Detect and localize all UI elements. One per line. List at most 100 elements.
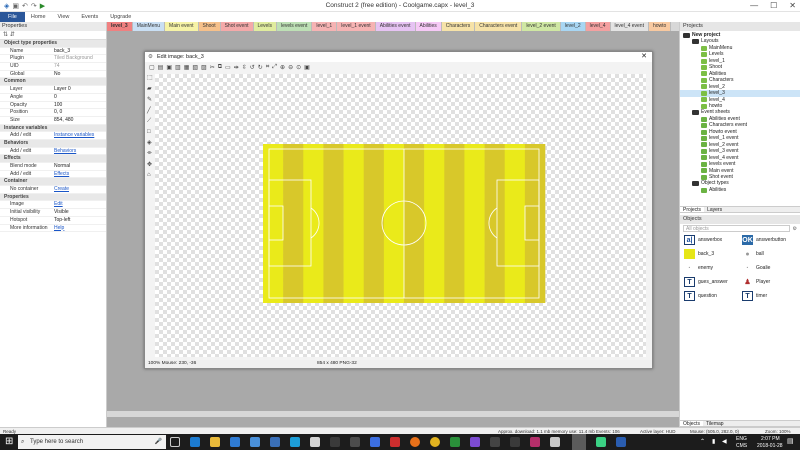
objects-options-icon[interactable]: ⚙: [793, 226, 797, 232]
flip-vertical-icon[interactable]: ⇳: [242, 64, 247, 71]
property-section[interactable]: Effects: [0, 155, 106, 163]
tab-levels-event[interactable]: levels event: [276, 22, 313, 31]
input-region[interactable]: CMS: [736, 443, 747, 449]
open-icon[interactable]: ▤: [158, 64, 164, 71]
tab-shoot[interactable]: Shoot: [198, 22, 221, 31]
property-value[interactable]: 0: [52, 94, 106, 101]
rotate-ccw-icon[interactable]: ↺: [250, 64, 255, 71]
objects-search[interactable]: All objects: [683, 225, 790, 232]
new-icon[interactable]: ▢: [149, 64, 155, 71]
object-item[interactable]: a| answerbox: [684, 235, 742, 245]
image-properties-icon[interactable]: ▣: [304, 64, 310, 71]
clock-time[interactable]: 2:07 PM: [761, 436, 780, 442]
property-value[interactable]: back_3: [52, 48, 106, 55]
dialog-close-button[interactable]: ✕: [641, 52, 647, 62]
property-section[interactable]: Container: [0, 178, 106, 187]
start-button[interactable]: ⊞: [5, 436, 13, 447]
crop-tool-icon[interactable]: ⌗: [266, 64, 269, 71]
app-icon-7[interactable]: [390, 437, 400, 447]
edge-icon[interactable]: [190, 437, 200, 447]
maximize-button[interactable]: ☐: [770, 1, 777, 10]
tab-level-1[interactable]: level_1: [312, 22, 338, 31]
object-item[interactable]: ● ball: [742, 249, 800, 259]
import-icon[interactable]: ▥: [175, 64, 181, 71]
property-value[interactable]: Normal: [52, 163, 106, 170]
property-value[interactable]: 0, 0: [52, 109, 106, 116]
property-value[interactable]: Top-left: [52, 217, 106, 224]
property-value[interactable]: Visible: [52, 209, 106, 216]
object-item[interactable]: Tgues_answer: [684, 277, 742, 287]
pencil-tool-icon[interactable]: ✎: [147, 96, 155, 103]
construct-app-icon[interactable]: [572, 434, 586, 450]
copy-icon[interactable]: ⧉: [218, 64, 222, 71]
eraser-tool-icon[interactable]: ▰: [147, 85, 155, 92]
flip-horizontal-icon[interactable]: ⇹: [234, 64, 239, 71]
tab-level-1-event[interactable]: level_1 event: [337, 22, 376, 31]
resize-icon[interactable]: ▨: [201, 64, 207, 71]
tray-up-icon[interactable]: ⌃: [700, 438, 705, 445]
volume-icon[interactable]: ◀: [722, 438, 727, 445]
tab-characters[interactable]: Characters: [441, 22, 476, 31]
object-item[interactable]: back_3: [684, 249, 742, 259]
property-section[interactable]: Behaviors: [0, 139, 106, 148]
crop-icon[interactable]: ▧: [192, 64, 198, 71]
tab-tilemap[interactable]: Tilemap: [703, 421, 727, 427]
select-tool-icon[interactable]: ⬚: [147, 74, 155, 81]
app-icon-15[interactable]: [616, 437, 626, 447]
fill-tool-icon[interactable]: ◈: [147, 139, 155, 146]
color-picker-icon[interactable]: ⌯: [147, 150, 155, 157]
tab-level-4-event[interactable]: level_4 event: [610, 22, 649, 31]
chrome-icon[interactable]: [430, 437, 440, 447]
store-icon[interactable]: [230, 437, 240, 447]
rectangle-tool-icon[interactable]: □: [147, 129, 155, 135]
property-section[interactable]: Properties: [0, 193, 106, 202]
app-icon-9[interactable]: [470, 437, 480, 447]
menu-events[interactable]: Events: [75, 14, 104, 20]
app-icon-6[interactable]: [370, 437, 380, 447]
property-value[interactable]: No: [52, 71, 106, 78]
object-item[interactable]: OK answerbutton: [742, 235, 800, 245]
app-icon-13[interactable]: [550, 437, 560, 447]
hotspot-tool-icon[interactable]: ✥: [147, 161, 155, 168]
app-icon-5[interactable]: [350, 437, 360, 447]
app-icon-4[interactable]: [330, 437, 340, 447]
app-icon-10[interactable]: [490, 437, 500, 447]
paste-icon[interactable]: ▭: [225, 64, 231, 71]
tab-abilities-event[interactable]: Abilities event: [375, 22, 416, 31]
property-link[interactable]: Behaviors: [52, 148, 106, 155]
tab-howto[interactable]: howto: [648, 22, 672, 31]
notifications-icon[interactable]: ▤: [787, 437, 794, 445]
object-item[interactable]: · Goalie: [742, 263, 800, 273]
cut-icon[interactable]: ✂: [210, 64, 215, 71]
tab-level-2[interactable]: level_2: [560, 22, 586, 31]
firefox-icon[interactable]: [410, 437, 420, 447]
object-item[interactable]: Ttimer: [742, 291, 800, 301]
tab-level-2-event[interactable]: level_2 event: [522, 22, 561, 31]
tab-abilities[interactable]: Abilities: [415, 22, 442, 31]
object-item[interactable]: Tquestion: [684, 291, 742, 301]
brush-tool-icon[interactable]: ╱: [147, 107, 155, 114]
image-canvas[interactable]: [155, 74, 646, 357]
tab-shot-event[interactable]: Shot event: [220, 22, 254, 31]
property-value[interactable]: 854, 480: [52, 117, 106, 124]
property-section[interactable]: Common: [0, 78, 106, 87]
taskbar-search[interactable]: ⌕ Type here to search 🎤: [18, 435, 166, 449]
file-explorer-icon[interactable]: [210, 437, 220, 447]
tab-levels[interactable]: Levels: [253, 22, 277, 31]
app-icon-1[interactable]: [270, 437, 280, 447]
input-language[interactable]: ENG: [736, 436, 747, 442]
menu-view[interactable]: View: [52, 14, 76, 20]
property-value[interactable]: Layer 0: [52, 86, 106, 93]
app-icon-8[interactable]: [450, 437, 460, 447]
menu-upgrade[interactable]: Upgrade: [104, 14, 137, 20]
tab-level-4[interactable]: level_4: [585, 22, 611, 31]
app-icon-2[interactable]: [290, 437, 300, 447]
sort-icon[interactable]: ⇅ ⇵: [3, 32, 15, 38]
save-icon[interactable]: ▣: [166, 64, 172, 71]
property-section[interactable]: Object type properties: [0, 40, 106, 48]
export-icon[interactable]: ▦: [184, 64, 190, 71]
tree-item[interactable]: Abilities: [680, 187, 800, 193]
image-point-tool-icon[interactable]: ⌂: [147, 172, 155, 178]
resize-tool-icon[interactable]: ⤢: [272, 64, 277, 71]
clock-date[interactable]: 2018-01-28: [757, 443, 783, 449]
